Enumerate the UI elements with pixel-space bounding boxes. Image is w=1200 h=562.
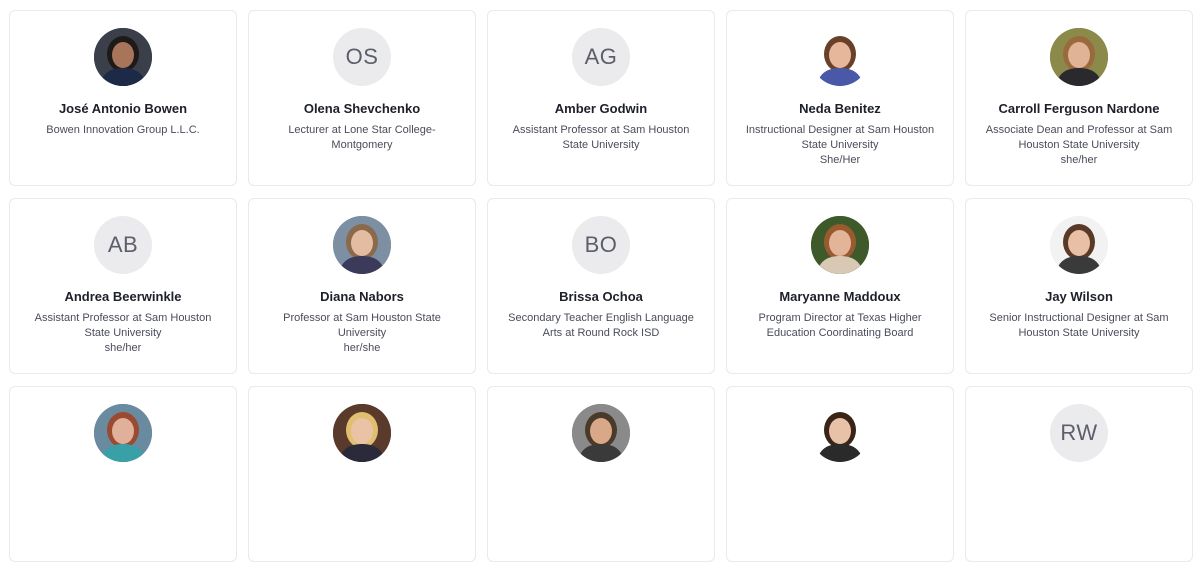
person-title: Professor at Sam Houston State Universit… [283, 312, 441, 339]
profile-photo-icon [333, 404, 391, 462]
avatar-photo [1050, 28, 1108, 86]
profile-photo-icon [1050, 216, 1108, 274]
person-card[interactable]: Maryanne Maddoux Program Director at Texa… [726, 198, 954, 374]
person-card[interactable]: Neda Benitez Instructional Designer at Sa… [726, 10, 954, 186]
person-card[interactable]: AG Amber Godwin Assistant Professor at Sam… [487, 10, 715, 186]
person-name: Brissa Ochoa [559, 289, 643, 304]
profile-photo-icon [572, 404, 630, 462]
profile-photo-icon [811, 28, 869, 86]
profile-photo-icon [811, 404, 869, 462]
person-title: Lecturer at Lone Star College-Montgomery [288, 124, 436, 151]
person-name: Olena Shevchenko [303, 101, 421, 116]
person-card[interactable] [726, 386, 954, 562]
person-pronouns: her/she [343, 342, 381, 354]
person-title: Instructional Designer at Sam Houston St… [745, 124, 935, 151]
avatar-photo [811, 216, 869, 274]
profile-photo-icon [811, 216, 869, 274]
avatar-photo [333, 216, 391, 274]
person-card[interactable] [9, 386, 237, 562]
person-name: Diana Nabors [320, 289, 404, 304]
avatar-photo [811, 28, 869, 86]
person-title: Senior Instructional Designer at Sam Hou… [989, 312, 1169, 339]
person-card[interactable]: Jay Wilson Senior Instructional Designer … [965, 198, 1193, 374]
profile-photo-icon [94, 28, 152, 86]
avatar-initials: AB [94, 216, 152, 274]
person-name: Carroll Ferguson Nardone [998, 101, 1160, 116]
avatar-photo [1050, 216, 1108, 274]
person-card[interactable]: OS Olena Shevchenko Lecturer at Lone Star … [248, 10, 476, 186]
person-title: Bowen Innovation Group L.L.C. [46, 124, 200, 136]
profile-photo-icon [333, 216, 391, 274]
profile-photo-icon [94, 404, 152, 462]
person-title: Associate Dean and Professor at Sam Hous… [985, 124, 1173, 151]
person-name: Andrea Beerwinkle [64, 289, 182, 304]
profile-photo-icon [1050, 28, 1108, 86]
person-card[interactable]: Diana Nabors Professor at Sam Houston Sta… [248, 198, 476, 374]
person-card[interactable] [487, 386, 715, 562]
avatar-photo [811, 404, 869, 462]
person-card[interactable]: RW [965, 386, 1193, 562]
person-title: Assistant Professor at Sam Houston State… [512, 124, 690, 151]
person-pronouns: she/her [104, 342, 142, 354]
person-card[interactable]: Carroll Ferguson Nardone Associate Dean a… [965, 10, 1193, 186]
avatar-initials: RW [1050, 404, 1108, 462]
person-title: Program Director at Texas Higher Educati… [758, 312, 922, 339]
avatar-photo [94, 404, 152, 462]
person-title: Assistant Professor at Sam Houston State… [34, 312, 212, 339]
person-name: Jay Wilson [1045, 289, 1113, 304]
person-card[interactable] [248, 386, 476, 562]
person-name: Maryanne Maddoux [779, 289, 901, 304]
person-pronouns: She/Her [819, 154, 861, 166]
avatar-photo [572, 404, 630, 462]
avatar-initials: BO [572, 216, 630, 274]
person-card[interactable]: AB Andrea Beerwinkle Assistant Professor a… [9, 198, 237, 374]
avatar-initials: AG [572, 28, 630, 86]
person-title: Secondary Teacher English Language Arts … [508, 312, 694, 339]
person-name: José Antonio Bowen [58, 101, 188, 116]
person-name: Amber Godwin [554, 101, 648, 116]
avatar-initials: OS [333, 28, 391, 86]
avatar-photo [333, 404, 391, 462]
person-name: Neda Benitez [799, 101, 881, 116]
person-card[interactable]: BO Brissa Ochoa Secondary Teacher English … [487, 198, 715, 374]
person-card[interactable]: José Antonio Bowen Bowen Innovation Group… [9, 10, 237, 186]
avatar-photo [94, 28, 152, 86]
person-pronouns: she/her [1060, 154, 1098, 166]
people-grid: José Antonio Bowen Bowen Innovation Group… [9, 10, 1193, 562]
